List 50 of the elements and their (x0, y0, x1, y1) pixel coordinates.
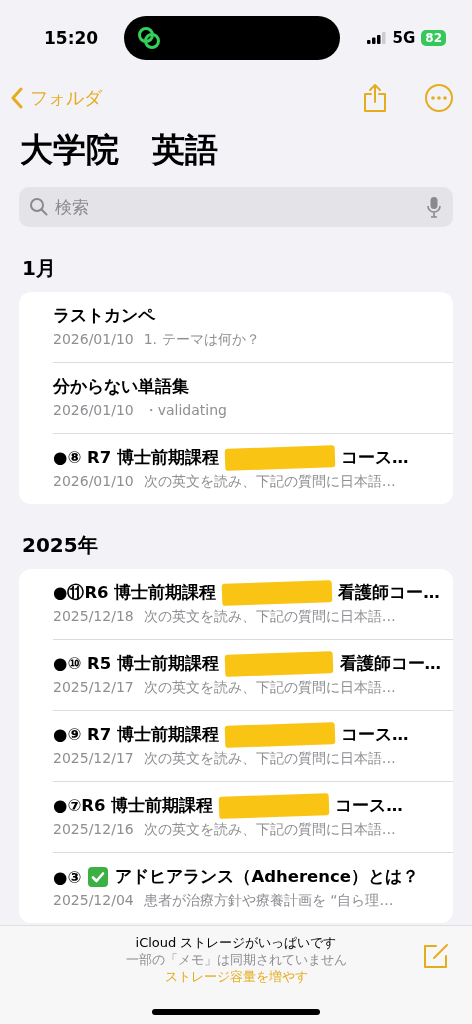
note-date: 2025/12/17 (53, 679, 134, 697)
linked-rings-icon (136, 25, 163, 51)
note-title: ●⑪R6 博士前期課程 (53, 582, 217, 604)
section-header: 2025年 (22, 532, 99, 559)
network-label: 5G (392, 29, 416, 47)
note-date: 2025/12/17 (53, 750, 134, 768)
note-title: ●⑩ R5 博士前期課程 (53, 653, 220, 675)
note-preview: 次の英文を読み、下記の質問に日本語… (143, 750, 396, 768)
storage-link[interactable]: ストレージ容量を増やす (164, 969, 308, 986)
note-title: ●⑨ R7 博士前期課程 (53, 724, 220, 746)
note-title: ●③ (53, 867, 82, 887)
back-button[interactable]: フォルダ (10, 86, 102, 110)
battery-level: 82 (421, 30, 446, 46)
note-date: 2025/12/04 (53, 892, 134, 910)
note-preview: 次の英文を読み、下記の質問に日本語… (143, 608, 396, 626)
signal-icon (366, 32, 387, 44)
compose-button[interactable] (422, 942, 450, 970)
note-preview: 患者が治療方針や療養計画を “自ら理… (143, 892, 394, 910)
note-title-end: アドヒアランス（Adherence）とは？ (115, 866, 419, 888)
note-preview: 次の英文を読み、下記の質問に日本語… (143, 679, 396, 697)
note-preview: 次の英文を読み、下記の質問に日本語… (143, 473, 396, 491)
note-preview: ・validating (143, 402, 227, 420)
sync-message: 一部の「メモ」は同期されていません (125, 952, 347, 969)
checkmark-icon (87, 866, 110, 888)
folder-title: 大学院 英語 (20, 129, 219, 171)
note-date: 2026/01/10 (53, 402, 134, 420)
note-preview: 次の英文を読み、下記の質問に日本語… (143, 821, 396, 839)
note-date: 2025/12/16 (53, 821, 134, 839)
note-date: 2025/12/18 (53, 608, 134, 626)
note-title: ●⑦R6 博士前期課程 (53, 795, 214, 817)
note-title: 分からない単語集 (53, 376, 189, 398)
note-title-end: 看護師コー… (339, 653, 441, 675)
note-title: ●⑧ R7 博士前期課程 (53, 447, 220, 469)
note-title: ラストカンペ (53, 305, 155, 327)
chevron-left-icon (10, 87, 24, 109)
note-title-end: 看護師コー… (338, 582, 440, 604)
note-title-end: コース… (335, 795, 403, 817)
storage-message: iCloud ストレージがいっぱいです (135, 934, 337, 952)
note-date: 2026/01/10 (53, 331, 134, 349)
microphone-icon[interactable] (427, 196, 441, 218)
status-time: 15:20 (44, 28, 99, 48)
note-title-end: コース… (341, 447, 409, 469)
section-header: 1月 (22, 255, 57, 282)
note-preview: 1. テーマは何か？ (143, 331, 260, 349)
note-title-end: コース… (341, 724, 409, 746)
note-date: 2026/01/10 (53, 473, 134, 491)
search-field[interactable]: 検索 (19, 187, 453, 227)
search-icon (29, 197, 49, 217)
share-button[interactable] (362, 83, 388, 113)
more-button[interactable] (424, 83, 454, 113)
